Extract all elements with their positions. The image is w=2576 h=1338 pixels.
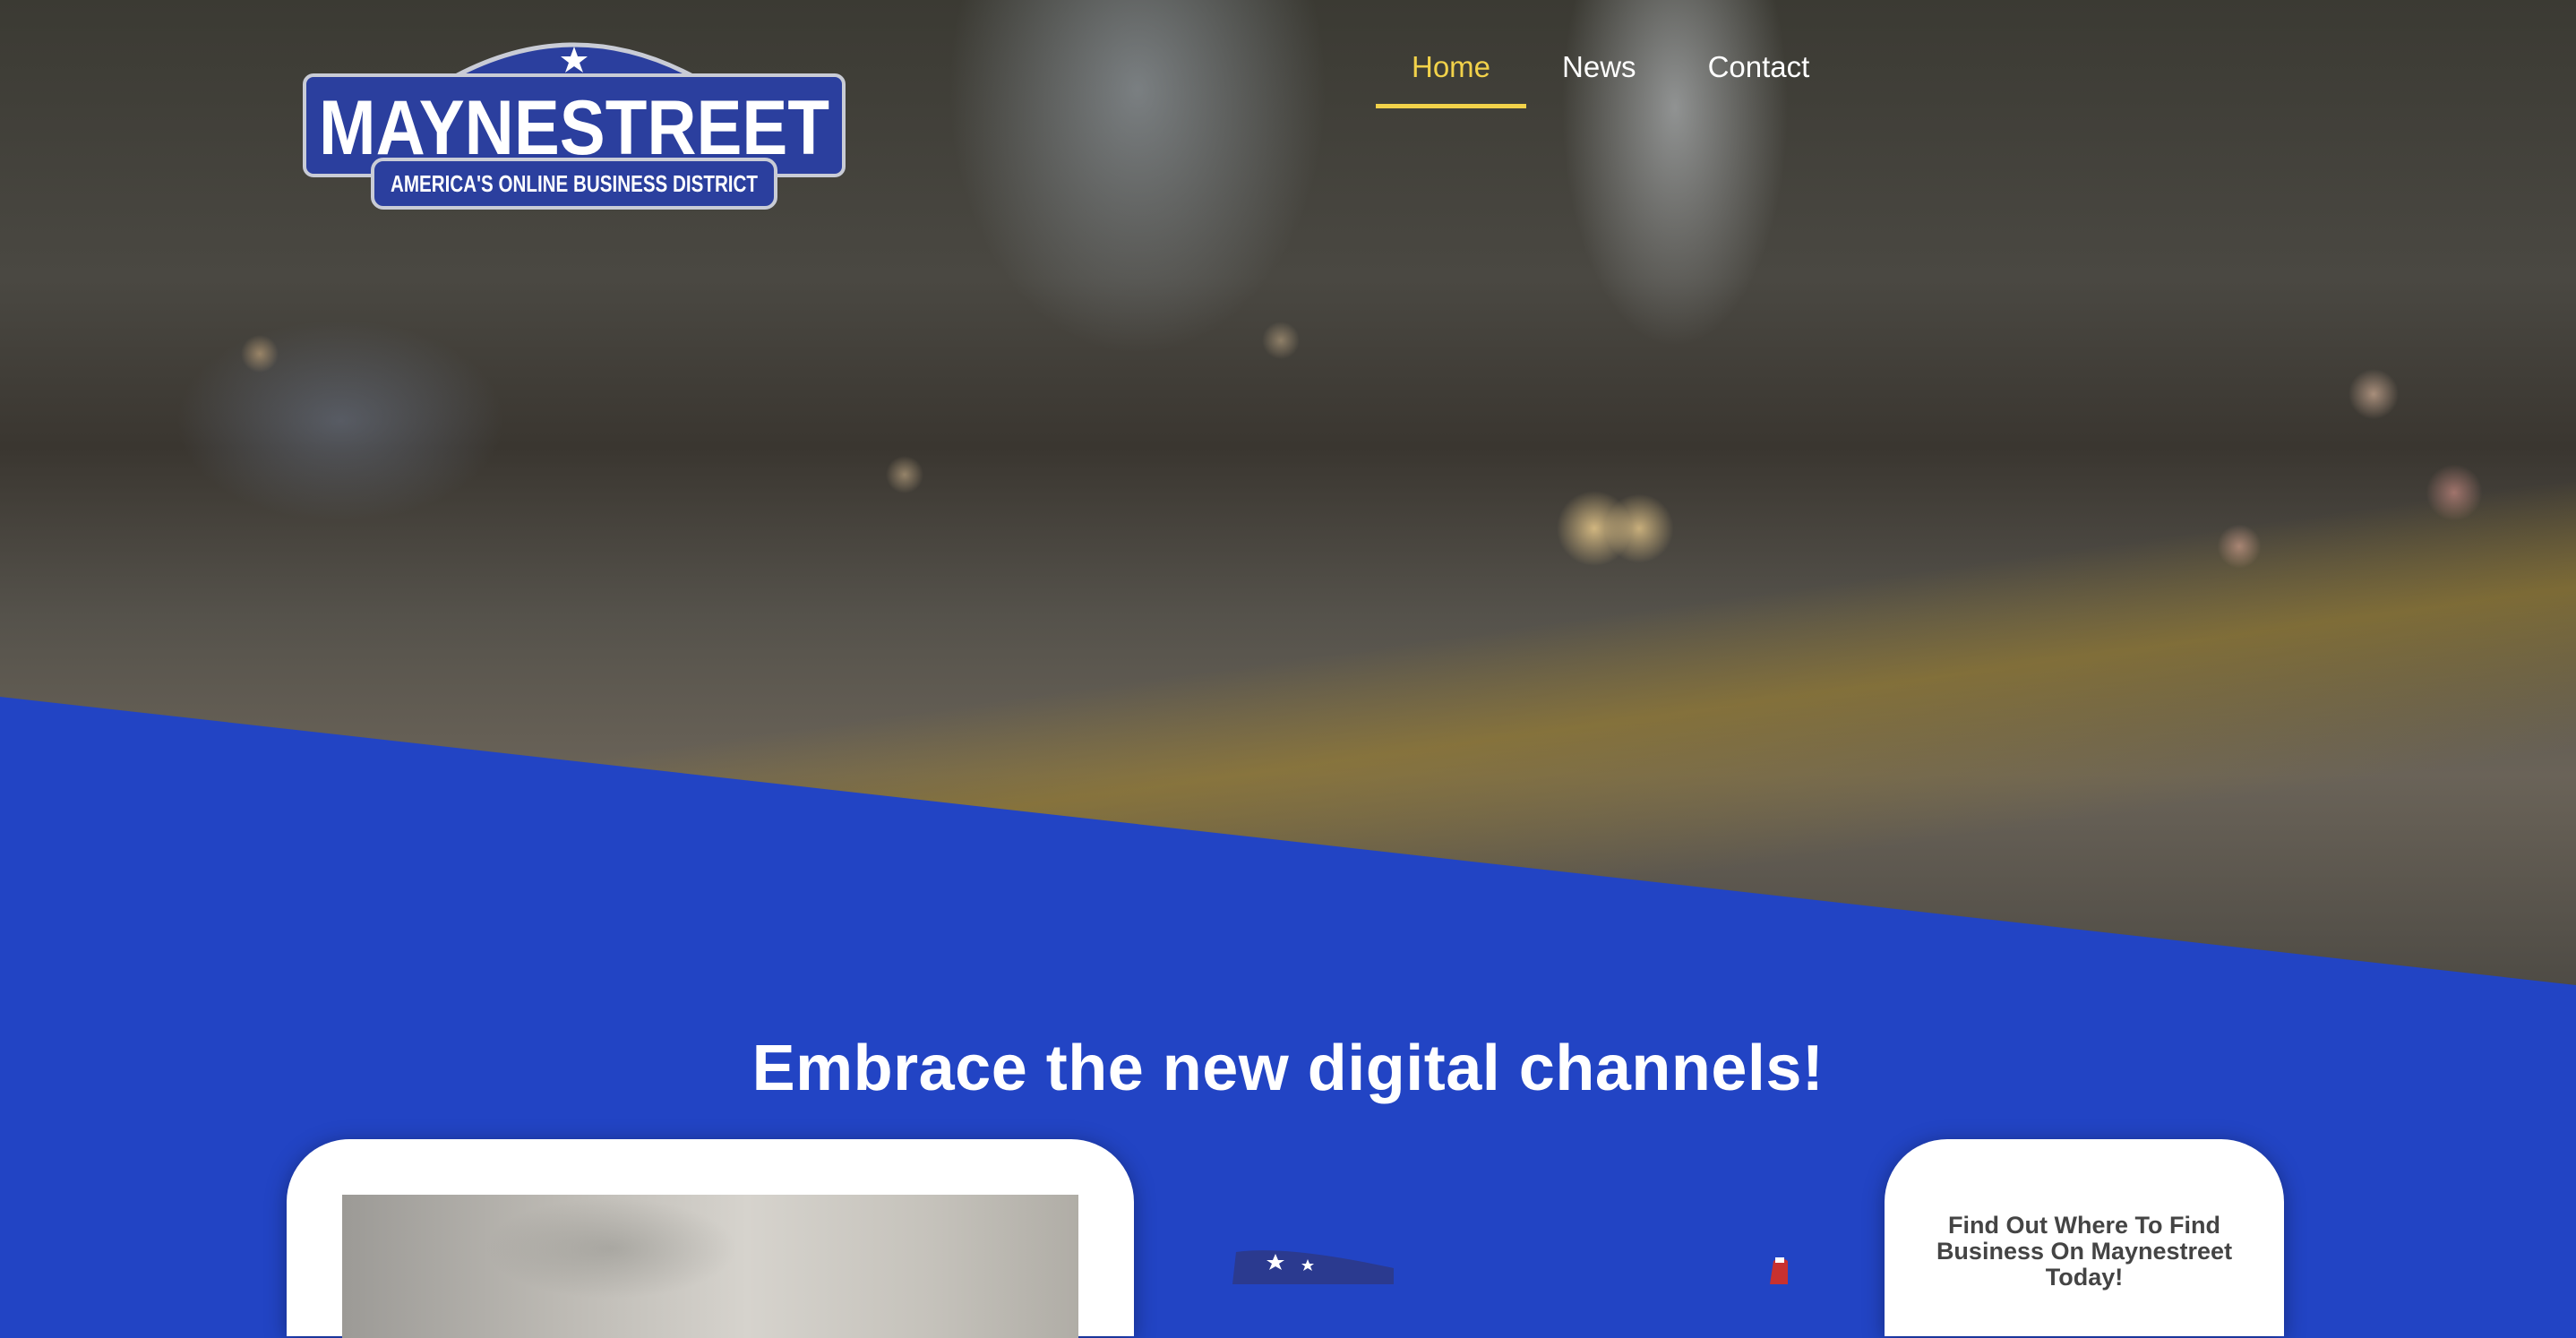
active-indicator (1376, 104, 1527, 108)
card-image (342, 1195, 1078, 1338)
main-nav: Home News Contact (1376, 47, 1845, 109)
find-business-text: Find Out Where To Find Business On Mayne… (1936, 1212, 2233, 1291)
section-headline: Embrace the new digital channels! (751, 1033, 1825, 1104)
nav-news-label: News (1562, 50, 1636, 83)
american-flag-graphic (1232, 1250, 1788, 1284)
feature-card[interactable] (287, 1139, 1134, 1338)
logo-tagline: AMERICA'S ONLINE BUSINESS DISTRICT (391, 170, 758, 197)
logo-wordmark: MAYNESTREET (319, 85, 829, 171)
nav-home[interactable]: Home (1376, 47, 1527, 109)
nav-news[interactable]: News (1526, 47, 1672, 109)
nav-home-label: Home (1412, 50, 1491, 83)
maynestreet-logo[interactable]: MAYNESTREET AMERICA'S ONLINE BUSINESS DI… (301, 20, 847, 211)
nav-contact[interactable]: Contact (1672, 47, 1846, 109)
find-business-card[interactable]: Find Out Where To Find Business On Mayne… (1885, 1139, 2284, 1336)
nav-contact-label: Contact (1707, 50, 1810, 83)
